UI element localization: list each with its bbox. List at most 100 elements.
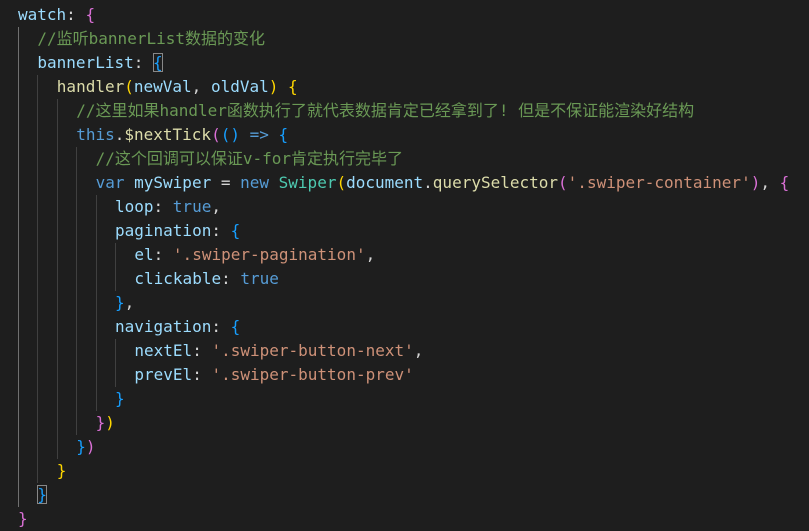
code-line[interactable]: pagination: { — [115, 219, 240, 243]
code-line[interactable]: } — [115, 387, 125, 411]
matched-bracket: { — [152, 53, 163, 72]
indent-guide — [95, 243, 97, 267]
code-token: : — [192, 341, 212, 360]
indent-guide — [37, 315, 39, 339]
code-token: bannerList — [37, 53, 134, 72]
indent-guide — [18, 387, 19, 411]
code-line[interactable]: }) — [76, 435, 95, 459]
code-token: , — [760, 173, 780, 192]
code-token: //这个回调可以保证v-for肯定执行完毕了 — [95, 149, 404, 168]
indent-guide — [37, 195, 39, 219]
code-line[interactable]: } — [37, 483, 48, 507]
code-token: : — [153, 245, 173, 264]
indent-guide — [18, 243, 19, 267]
code-line[interactable]: } — [57, 459, 67, 483]
indent-guide — [18, 483, 19, 507]
code-line[interactable]: var mySwiper = new Swiper(document.query… — [96, 171, 790, 195]
code-line[interactable]: prevEl: '.swiper-button-prev' — [134, 363, 413, 387]
code-line[interactable]: } — [18, 507, 28, 531]
code-token: } — [76, 437, 86, 456]
indent-guide — [76, 339, 78, 363]
code-token: , — [211, 197, 221, 216]
indent-guide — [18, 291, 19, 315]
indent-guide — [56, 147, 58, 171]
indent-guide — [56, 435, 58, 459]
indent-guide — [56, 291, 58, 315]
indent-guide — [95, 195, 97, 219]
indent-guide — [115, 243, 116, 267]
code-token: mySwiper — [134, 173, 212, 192]
code-token: '.swiper-button-next' — [211, 341, 414, 360]
indent-guide — [37, 339, 39, 363]
code-line[interactable]: bannerList: { — [37, 51, 163, 75]
code-token: : — [66, 5, 86, 24]
indent-guide — [18, 363, 19, 387]
code-token: ( — [220, 125, 231, 144]
code-line[interactable]: handler(newVal, oldVal) { — [57, 75, 298, 99]
indent-guide — [56, 267, 58, 291]
indent-guide — [95, 339, 97, 363]
indent-guide — [18, 219, 19, 243]
indent-guide — [18, 459, 19, 483]
indent-guide — [18, 27, 19, 51]
indent-guide — [18, 315, 19, 339]
code-token: { — [278, 125, 289, 144]
code-editor[interactable]: watch: {//监听bannerList数据的变化 bannerList: {… — [0, 0, 809, 531]
code-token: nextEl — [134, 341, 193, 360]
indent-guide — [37, 171, 39, 195]
indent-guide — [56, 123, 58, 147]
code-token: , — [413, 341, 424, 360]
code-token: ( — [124, 77, 134, 96]
code-token: $nextTick — [124, 125, 212, 144]
code-line[interactable]: clickable: true — [134, 267, 279, 291]
indent-guide — [76, 195, 78, 219]
indent-guide — [37, 219, 39, 243]
code-line[interactable]: }, — [115, 291, 134, 315]
indent-guide — [76, 243, 78, 267]
indent-guide — [76, 291, 78, 315]
code-token: ) — [750, 173, 761, 192]
indent-guide — [18, 195, 19, 219]
code-token: } — [115, 389, 125, 408]
code-line[interactable]: loop: true, — [115, 195, 221, 219]
indent-guide — [76, 267, 78, 291]
indent-guide — [56, 99, 58, 123]
code-line[interactable]: this.$nextTick(() => { — [76, 123, 288, 147]
code-token: '.swiper-container' — [567, 173, 751, 192]
indent-guide — [115, 339, 116, 363]
indent-guide — [76, 315, 78, 339]
code-token: navigation — [115, 317, 212, 336]
indent-guide — [18, 75, 19, 99]
code-token: loop — [115, 197, 154, 216]
matched-bracket: } — [37, 485, 48, 504]
code-token: document — [346, 173, 424, 192]
code-line[interactable]: }) — [96, 411, 115, 435]
indent-guide — [56, 387, 58, 411]
code-line[interactable]: el: '.swiper-pagination', — [134, 243, 375, 267]
code-token: } — [18, 509, 28, 528]
indent-guide — [56, 411, 58, 435]
code-line[interactable]: //监听bannerList数据的变化 — [37, 27, 265, 51]
code-line[interactable]: navigation: { — [115, 315, 240, 339]
code-line[interactable]: //这个回调可以保证v-for肯定执行完毕了 — [96, 147, 403, 171]
code-token: } — [56, 461, 67, 480]
code-line[interactable]: watch: { — [18, 3, 95, 27]
code-line[interactable]: nextEl: '.swiper-button-next', — [134, 339, 423, 363]
code-line[interactable]: //这里如果handler函数执行了就代表数据肯定已经拿到了! 但是不保证能渲染… — [76, 99, 694, 123]
indent-guide — [37, 123, 39, 147]
code-token: : — [211, 317, 231, 336]
indent-guide — [37, 459, 39, 483]
indent-guide — [95, 267, 97, 291]
indent-guide — [76, 363, 78, 387]
code-token: ) — [230, 125, 240, 144]
code-token: { — [85, 5, 96, 24]
code-token: , — [365, 245, 376, 264]
indent-guide — [56, 195, 58, 219]
indent-guide — [56, 315, 58, 339]
code-token: } — [115, 293, 125, 312]
code-token: ( — [558, 173, 568, 192]
indent-guide — [18, 99, 19, 123]
